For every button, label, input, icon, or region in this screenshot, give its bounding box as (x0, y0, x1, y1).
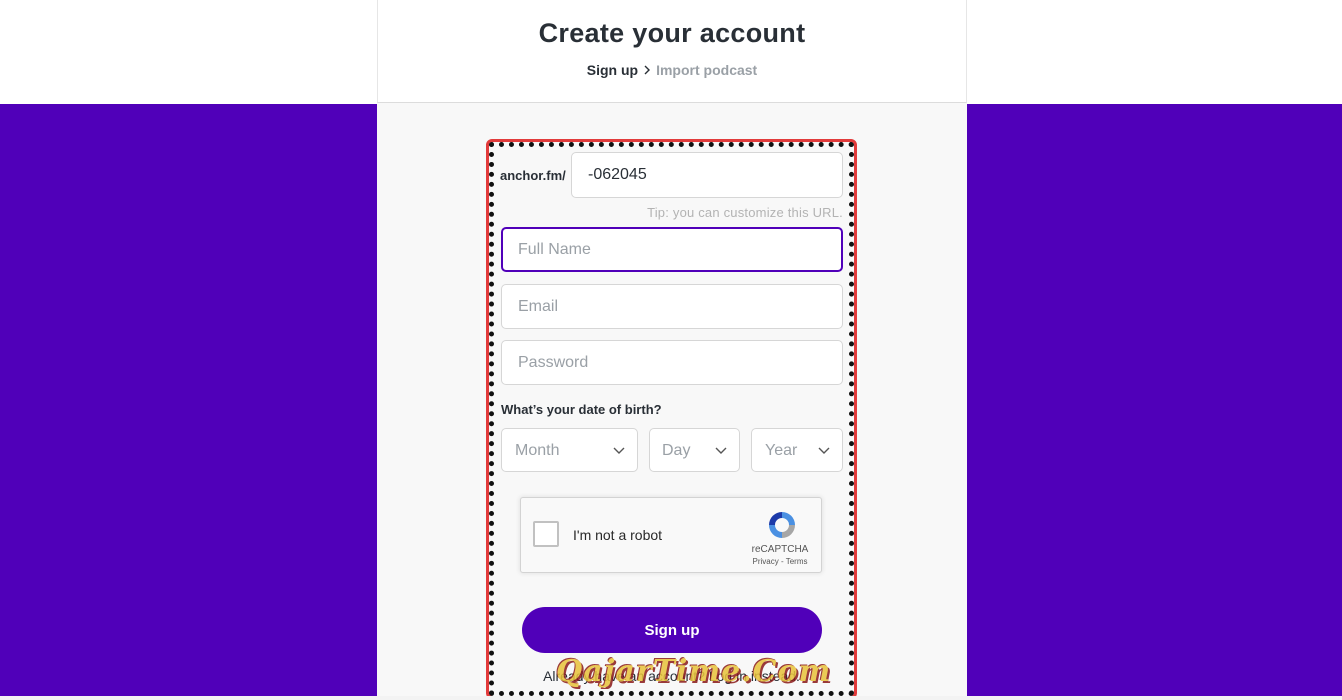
url-prefix-label: anchor.fm/ (500, 168, 566, 183)
breadcrumb-import-podcast: Import podcast (656, 62, 758, 78)
breadcrumb-sign-up: Sign up (586, 62, 639, 78)
recaptcha-logo-icon (769, 512, 795, 538)
day-select[interactable]: Day (649, 428, 740, 472)
chevron-down-icon (715, 447, 727, 454)
chevron-right-icon (644, 65, 651, 75)
recaptcha-widget: I'm not a robot reCAPTCHA Privacy - Term… (520, 497, 822, 573)
day-select-value: Day (662, 442, 691, 459)
year-select-value: Year (765, 442, 798, 459)
full-name-input[interactable]: Full Name (501, 227, 843, 272)
chevron-down-icon (818, 447, 830, 454)
url-tip: Tip: you can customize this URL. (647, 205, 843, 220)
email-input[interactable]: Email (501, 284, 843, 329)
bottom-strip (0, 696, 1342, 700)
podcast-url-input[interactable]: -062045 (571, 152, 843, 198)
recaptcha-checkbox[interactable] (533, 521, 559, 547)
month-select[interactable]: Month (501, 428, 638, 472)
date-of-birth-label: What’s your date of birth? (501, 402, 662, 417)
watermark: QajarTime.Com (556, 654, 832, 689)
chevron-down-icon (613, 447, 625, 454)
recaptcha-privacy-terms[interactable]: Privacy - Terms (743, 557, 817, 566)
recaptcha-label: I'm not a robot (573, 527, 663, 543)
page-title: Create your account (538, 18, 806, 48)
recaptcha-brand: reCAPTCHA (751, 544, 809, 555)
podcast-url-row: anchor.fm/ -062045 (500, 152, 843, 198)
month-select-value: Month (515, 442, 560, 459)
password-input[interactable]: Password (501, 340, 843, 385)
breadcrumb: Sign up Import podcast (378, 62, 966, 78)
sign-up-button[interactable]: Sign up (522, 607, 822, 653)
year-select[interactable]: Year (751, 428, 843, 472)
page-header: Create your account Sign up Import podca… (377, 0, 967, 103)
